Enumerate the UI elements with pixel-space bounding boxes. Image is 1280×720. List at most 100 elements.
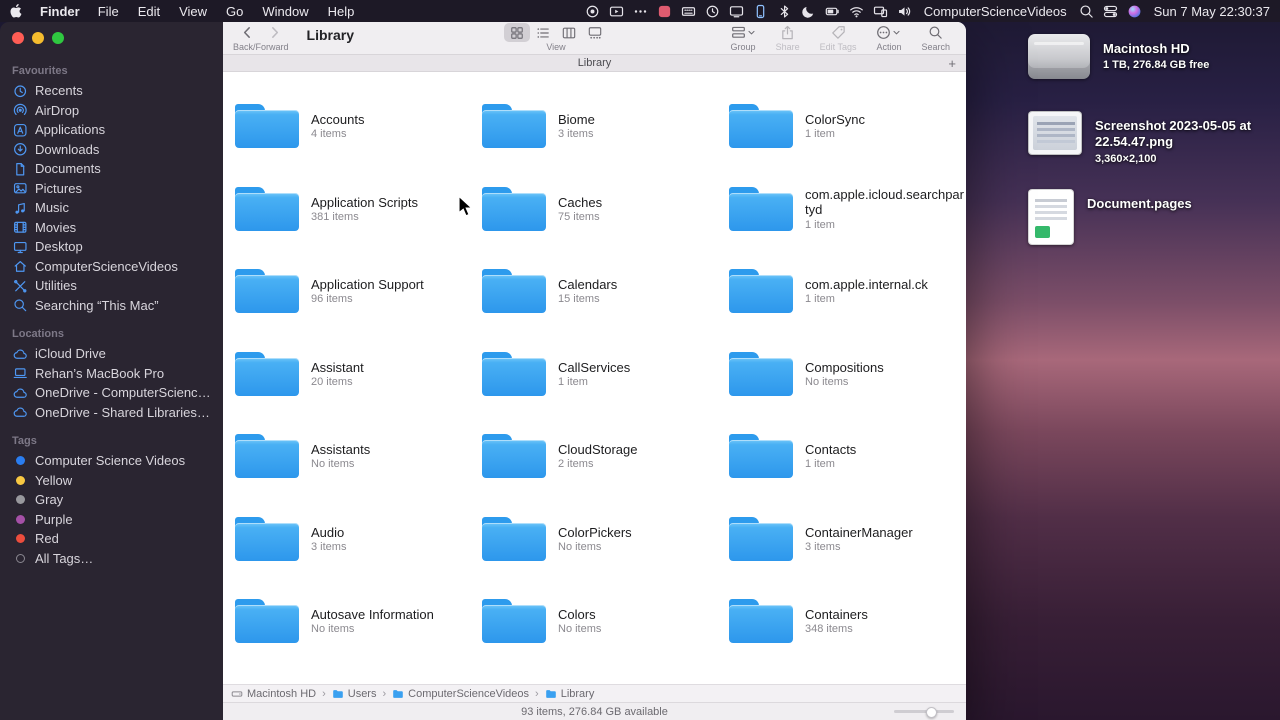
sidebar-item-searching-this-mac[interactable]: Searching “This Mac” — [0, 296, 223, 316]
sidebar-item-icloud-drive[interactable]: iCloud Drive — [0, 344, 223, 364]
folder-count: No items — [558, 540, 602, 553]
desktop-icon-document-pages[interactable]: Document.pages — [1028, 189, 1278, 245]
back-button[interactable] — [240, 25, 255, 40]
sidebar-item-rehan-s-macbook-pro[interactable]: Rehan’s MacBook Pro — [0, 364, 223, 384]
sidebar-item-gray[interactable]: Gray — [0, 490, 223, 510]
view-as-list-button[interactable] — [530, 23, 556, 42]
close-button[interactable] — [12, 32, 24, 44]
sidebar-item-documents[interactable]: Documents — [0, 159, 223, 179]
share-button[interactable]: Share — [776, 24, 800, 52]
folder-com-apple-icloud-searchpartyd[interactable]: com.apple.icloud.searchpartyd 1 item — [729, 168, 966, 251]
pink-app-icon[interactable] — [657, 4, 672, 19]
record-icon[interactable] — [585, 4, 600, 19]
path-segment-users[interactable]: Users — [332, 688, 376, 700]
menu-help[interactable]: Help — [328, 4, 355, 19]
zoom-button[interactable] — [52, 32, 64, 44]
phone-icon[interactable] — [753, 4, 768, 19]
forward-button[interactable] — [267, 25, 282, 40]
battery-icon[interactable] — [825, 4, 840, 19]
view-as-icons-button[interactable] — [504, 23, 530, 42]
folder-assistants[interactable]: Assistants No items — [235, 415, 482, 498]
menu-view[interactable]: View — [179, 4, 207, 19]
sidebar-item-utilities[interactable]: Utilities — [0, 276, 223, 296]
sidebar-item-desktop[interactable]: Desktop — [0, 237, 223, 257]
folder-icon — [235, 101, 299, 151]
path-segment-library[interactable]: Library — [545, 688, 594, 700]
view-as-columns-button[interactable] — [556, 23, 582, 42]
keyboard-icon[interactable] — [681, 4, 696, 19]
sidebar-section-title: Tags — [12, 435, 37, 447]
folder-autosave-information[interactable]: Autosave Information No items — [235, 580, 482, 663]
siri-icon[interactable] — [1127, 4, 1142, 19]
folder-cloudstorage[interactable]: CloudStorage 2 items — [482, 415, 729, 498]
wifi-icon[interactable] — [849, 4, 864, 19]
new-tab-button[interactable]: + — [944, 55, 960, 71]
menu-go[interactable]: Go — [226, 4, 243, 19]
sidebar-item-yellow[interactable]: Yellow — [0, 471, 223, 491]
folder-colorpickers[interactable]: ColorPickers No items — [482, 498, 729, 581]
sidebar-item-movies[interactable]: Movies — [0, 218, 223, 238]
folder-assistant[interactable]: Assistant 20 items — [235, 333, 482, 416]
folder-accounts[interactable]: Accounts 4 items — [235, 85, 482, 168]
desktop-icon-macintosh-hd[interactable]: Macintosh HD 1 TB, 276.84 GB free — [1028, 34, 1278, 79]
group-button[interactable]: Group — [731, 24, 756, 52]
sidebar-item-applications[interactable]: Applications — [0, 120, 223, 140]
sidebar-item-onedrive-shared-libraries-comp[interactable]: OneDrive - Shared Libraries - Comp… — [0, 403, 223, 423]
time-machine-icon[interactable] — [705, 4, 720, 19]
action-button[interactable]: Action — [876, 24, 901, 52]
tab-library[interactable]: Library — [578, 57, 612, 69]
sidebar-item-computersciencevideos[interactable]: ComputerScienceVideos — [0, 257, 223, 277]
folder-text: ColorSync 1 item — [805, 112, 865, 140]
sidebar-item-red[interactable]: Red — [0, 529, 223, 549]
search-button[interactable]: Search — [921, 24, 950, 52]
folder-contacts[interactable]: Contacts 1 item — [729, 415, 966, 498]
folder-compositions[interactable]: Compositions No items — [729, 333, 966, 416]
spotlight-icon[interactable] — [1079, 4, 1094, 19]
moon-icon[interactable] — [801, 4, 816, 19]
menu-edit[interactable]: Edit — [138, 4, 160, 19]
sidebar-item-all-tags[interactable]: All Tags… — [0, 549, 223, 569]
folder-audio[interactable]: Audio 3 items — [235, 498, 482, 581]
sidebar-item-pictures[interactable]: Pictures — [0, 179, 223, 199]
folder-name: Colors — [558, 607, 596, 623]
sidebar-item-onedrive-computersciencevideos[interactable]: OneDrive - ComputerScienceVideos — [0, 383, 223, 403]
folder-containers[interactable]: Containers 348 items — [729, 580, 966, 663]
zoom-slider[interactable] — [894, 703, 954, 720]
screen-mirroring-icon[interactable] — [609, 4, 624, 19]
sidebar-item-downloads[interactable]: Downloads — [0, 140, 223, 160]
menu-window[interactable]: Window — [262, 4, 308, 19]
folder-com-apple-internal-ck[interactable]: com.apple.internal.ck 1 item — [729, 250, 966, 333]
folder-calendars[interactable]: Calendars 15 items — [482, 250, 729, 333]
more-icon[interactable] — [633, 4, 648, 19]
path-segment-macintosh-hd[interactable]: Macintosh HD — [231, 688, 316, 700]
sidebar-item-purple[interactable]: Purple — [0, 510, 223, 530]
folder-containermanager[interactable]: ContainerManager 3 items — [729, 498, 966, 581]
sidebar-item-computer-science-videos[interactable]: Computer Science Videos — [0, 451, 223, 471]
sidebar-item-airdrop[interactable]: AirDrop — [0, 101, 223, 121]
zoom-slider-knob[interactable] — [926, 706, 937, 718]
minimize-button[interactable] — [32, 32, 44, 44]
sidecar-icon[interactable] — [873, 4, 888, 19]
control-center-icon[interactable] — [1103, 4, 1118, 19]
app-menu-finder[interactable]: Finder — [40, 4, 80, 19]
menu-bar-clock[interactable]: Sun 7 May 22:30:37 — [1154, 4, 1270, 19]
user-switch-menu[interactable]: ComputerScienceVideos — [924, 4, 1067, 19]
folder-biome[interactable]: Biome 3 items — [482, 85, 729, 168]
path-segment-computersciencevideos[interactable]: ComputerScienceVideos — [392, 688, 529, 700]
bluetooth-icon[interactable] — [777, 4, 792, 19]
view-as-gallery-button[interactable] — [582, 23, 608, 42]
sidebar-item-recents[interactable]: Recents — [0, 81, 223, 101]
display-icon[interactable] — [729, 4, 744, 19]
volume-icon[interactable] — [897, 4, 912, 19]
menu-file[interactable]: File — [98, 4, 119, 19]
folder-callservices[interactable]: CallServices 1 item — [482, 333, 729, 416]
folder-colors[interactable]: Colors No items — [482, 580, 729, 663]
folder-caches[interactable]: Caches 75 items — [482, 168, 729, 251]
desktop-icon-screenshot-2023-05-05-at-22-54-47-png[interactable]: Screenshot 2023-05-05 at 22.54.47.png 3,3… — [1028, 111, 1278, 165]
sidebar-item-music[interactable]: Music — [0, 198, 223, 218]
edit-tags-button[interactable]: Edit Tags — [820, 24, 856, 52]
folder-application-support[interactable]: Application Support 96 items — [235, 250, 482, 333]
apple-menu[interactable] — [10, 4, 22, 18]
folder-application-scripts[interactable]: Application Scripts 381 items — [235, 168, 482, 251]
folder-colorsync[interactable]: ColorSync 1 item — [729, 85, 966, 168]
